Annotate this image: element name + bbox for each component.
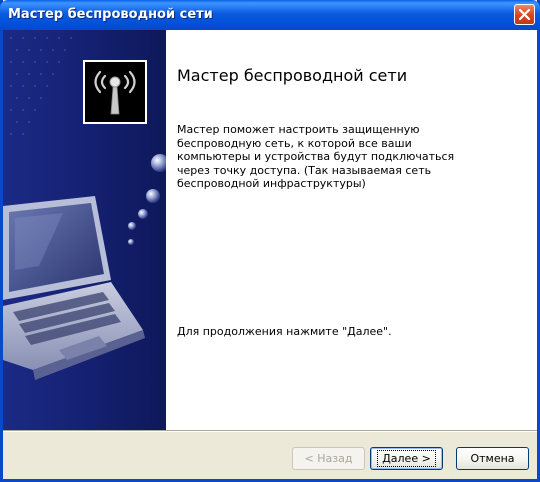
button-separator [3,430,537,432]
next-button-label: Далее > [377,450,436,467]
wizard-icon [83,60,147,124]
cancel-button[interactable]: Отмена [456,447,529,470]
wizard-content: Мастер беспроводной сети Мастер поможет … [3,30,537,430]
back-button[interactable]: < Назад [292,447,365,470]
close-icon [519,9,530,20]
back-button-label: < Назад [304,452,353,465]
continue-hint: Для продолжения нажмите "Далее". [177,325,392,338]
title-bar[interactable]: Мастер беспроводной сети [0,0,540,30]
wizard-window: Мастер беспроводной сети Мастер беспрово… [0,0,540,482]
next-button[interactable]: Далее > [370,447,443,470]
wireless-antenna-icon [94,70,136,115]
close-button[interactable] [514,4,535,25]
wizard-description: Мастер поможет настроить защищенную бесп… [177,123,455,190]
cancel-button-label: Отмена [470,452,515,465]
wizard-heading: Мастер беспроводной сети [177,66,408,85]
window-title: Мастер беспроводной сети [8,7,213,22]
